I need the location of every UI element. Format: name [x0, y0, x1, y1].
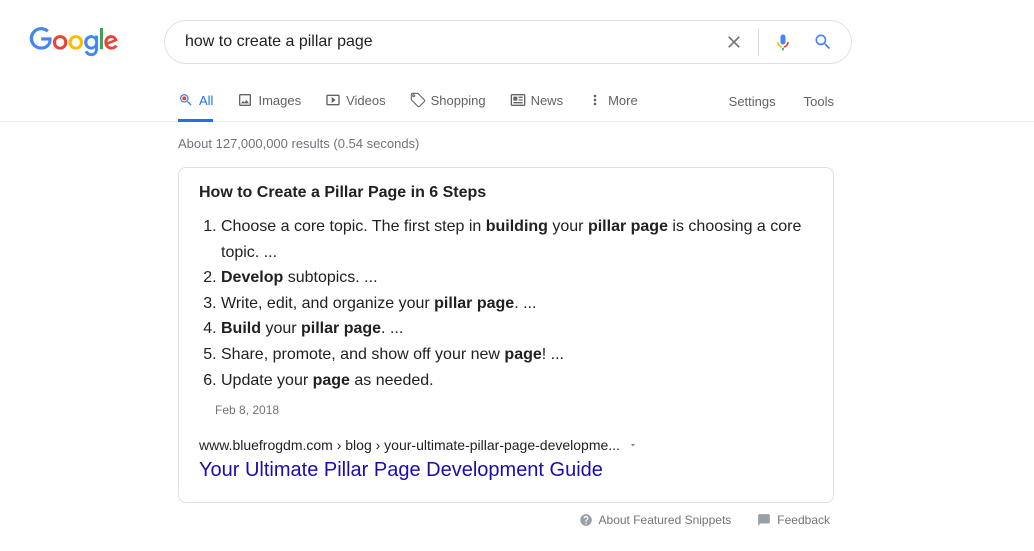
voice-search-icon[interactable] — [763, 22, 803, 62]
snippet-date: Feb 8, 2018 — [215, 403, 813, 417]
tab-label: News — [531, 93, 564, 108]
tools-link[interactable]: Tools — [804, 94, 834, 109]
list-item: Share, promote, and show off your new pa… — [221, 342, 813, 368]
images-icon — [237, 92, 253, 108]
tab-label: Videos — [346, 93, 386, 108]
tab-label: Images — [258, 93, 301, 108]
snippet-heading: How to Create a Pillar Page in 6 Steps — [199, 184, 813, 202]
videos-icon — [325, 92, 341, 108]
tab-label: More — [608, 93, 638, 108]
tab-shopping[interactable]: Shopping — [410, 82, 486, 122]
search-box[interactable] — [164, 20, 852, 64]
featured-snippet: How to Create a Pillar Page in 6 Steps C… — [178, 167, 834, 503]
about-featured-snippets-link[interactable]: About Featured Snippets — [579, 513, 732, 527]
list-item: Develop subtopics. ... — [221, 265, 813, 291]
search-small-icon — [178, 92, 194, 108]
list-item: Write, edit, and organize your pillar pa… — [221, 291, 813, 317]
result-stats: About 127,000,000 results (0.54 seconds) — [178, 122, 834, 167]
tab-label: All — [199, 93, 213, 108]
news-icon — [510, 92, 526, 108]
clear-icon[interactable] — [714, 22, 754, 62]
google-logo[interactable] — [28, 27, 120, 57]
settings-link[interactable]: Settings — [729, 94, 776, 109]
tab-more[interactable]: More — [587, 82, 638, 122]
list-item: Update your page as needed. — [221, 368, 813, 394]
feedback-icon — [757, 513, 771, 527]
result-menu-caret-icon[interactable] — [628, 437, 638, 453]
tab-images[interactable]: Images — [237, 82, 301, 122]
shopping-icon — [410, 92, 426, 108]
help-icon — [579, 513, 593, 527]
tab-videos[interactable]: Videos — [325, 82, 386, 122]
divider — [758, 28, 759, 56]
tab-news[interactable]: News — [510, 82, 564, 122]
search-icon[interactable] — [803, 22, 843, 62]
result-title-link[interactable]: Your Ultimate Pillar Page Development Gu… — [199, 459, 813, 482]
tab-all[interactable]: All — [178, 82, 213, 122]
snippet-steps-list: Choose a core topic. The first step in b… — [199, 214, 813, 393]
search-input[interactable] — [185, 33, 714, 51]
tab-label: Shopping — [431, 93, 486, 108]
result-url: www.bluefrogdm.com › blog › your-ultimat… — [199, 437, 620, 453]
feedback-link[interactable]: Feedback — [757, 513, 830, 527]
list-item: Choose a core topic. The first step in b… — [221, 214, 813, 265]
more-icon — [587, 92, 603, 108]
list-item: Build your pillar page. ... — [221, 316, 813, 342]
